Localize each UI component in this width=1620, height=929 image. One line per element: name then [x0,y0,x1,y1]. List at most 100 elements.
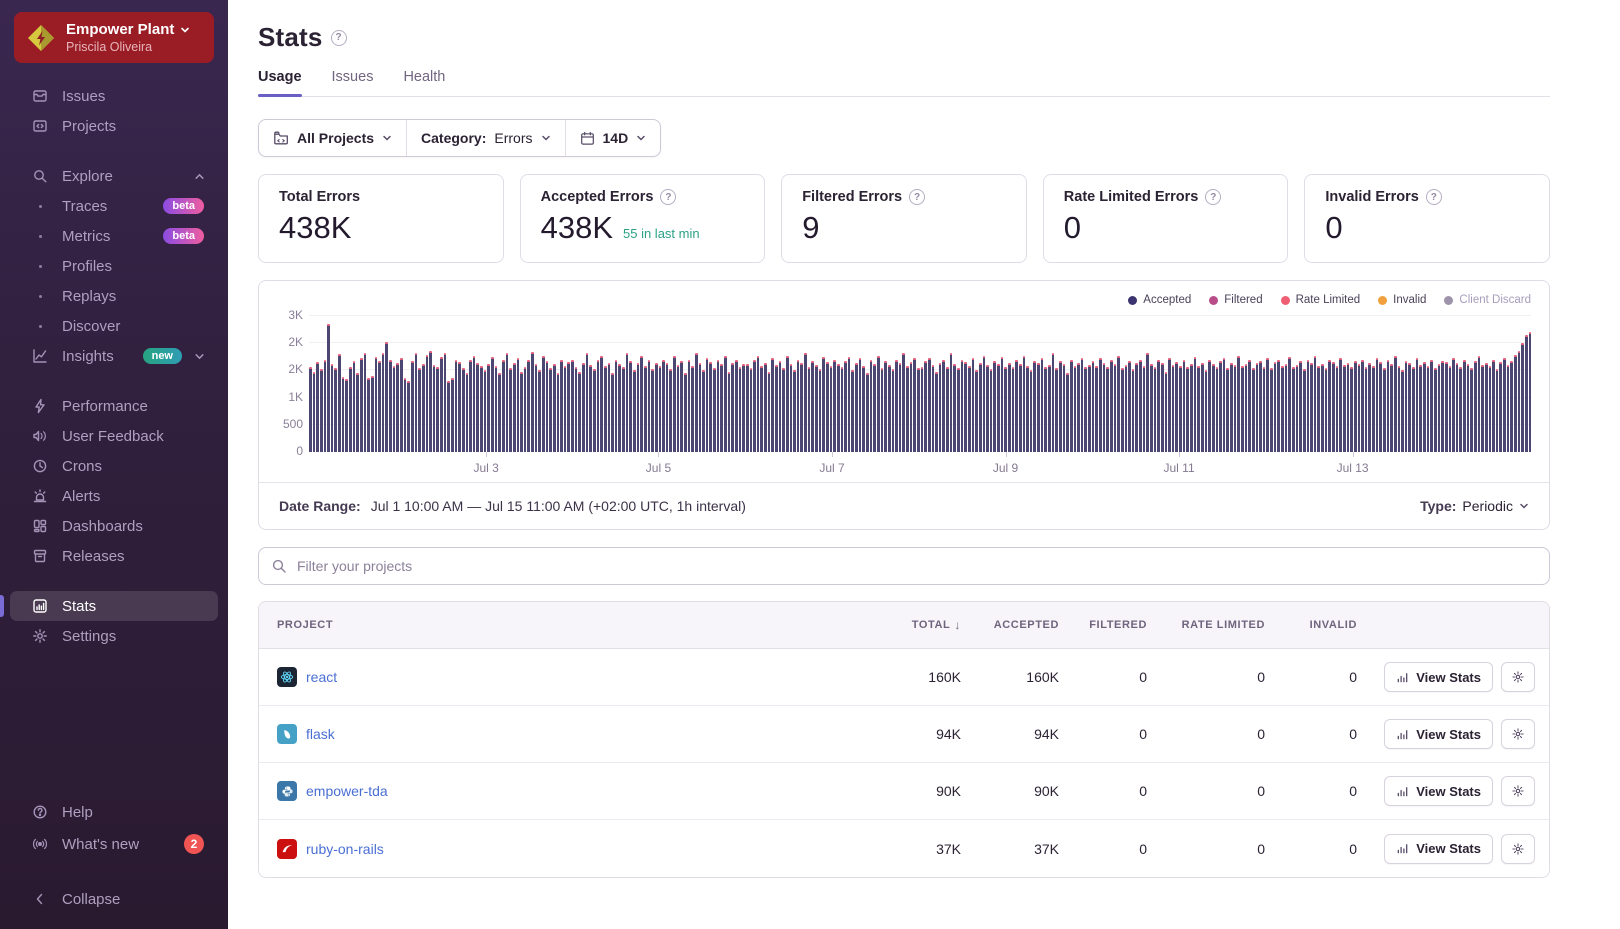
chart-bar[interactable] [491,357,494,452]
chart-bar[interactable] [768,372,771,453]
chart-bar[interactable] [800,363,803,452]
sidebar-item-help[interactable]: Help [10,796,218,828]
chart-bar[interactable] [1525,335,1528,452]
chart-bar[interactable] [1303,369,1306,452]
chart-bar[interactable] [648,360,651,452]
chart-bar[interactable] [841,367,844,452]
chart-bar[interactable] [822,357,825,452]
chart-bar[interactable] [400,358,403,452]
chart-bar[interactable] [538,370,541,452]
chart-bar[interactable] [1030,370,1033,452]
chart-bar[interactable] [367,378,370,452]
chart-bar[interactable] [469,360,472,452]
chart-bar[interactable] [1449,366,1452,452]
project-settings-button[interactable] [1501,719,1535,749]
chart-bar[interactable] [1394,356,1397,452]
chart-bar[interactable] [1230,363,1233,452]
chart-bar[interactable] [1026,366,1029,452]
chart-bar[interactable] [957,368,960,452]
chart-bar[interactable] [320,369,323,452]
chart-bar[interactable] [1521,343,1524,452]
chart-bar[interactable] [1175,362,1178,452]
chart-bar[interactable] [910,362,913,452]
chart-bar[interactable] [364,353,367,452]
chart-bar[interactable] [396,363,399,452]
sidebar-item-dashboards[interactable]: Dashboards [10,511,218,541]
chart-bar[interactable] [1252,368,1255,452]
chart-bar[interactable] [458,362,461,452]
chart-bar[interactable] [855,363,858,452]
chart-bar[interactable] [1325,368,1328,452]
chart-bar[interactable] [575,367,578,452]
chart-bar[interactable] [1492,360,1495,452]
chart-bar[interactable] [535,364,538,452]
chart-bar[interactable] [1361,360,1364,452]
chart-bar[interactable] [1383,368,1386,452]
chart-bar[interactable] [782,368,785,452]
chart-bar[interactable] [1296,365,1299,452]
chart-bar[interactable] [1237,356,1240,452]
chart-bar[interactable] [520,372,523,453]
chart-bar[interactable] [447,381,450,452]
chart-bar[interactable] [389,360,392,452]
chart-bar[interactable] [404,378,407,452]
chart-bar[interactable] [1095,366,1098,452]
chart-bar[interactable] [1154,367,1157,452]
chart-bar[interactable] [1281,366,1284,452]
chart-bar[interactable] [1401,370,1404,452]
chart-bar[interactable] [1387,360,1390,452]
chart-bar[interactable] [611,373,614,452]
chart-bar[interactable] [1438,364,1441,452]
chart-bar[interactable] [506,353,509,452]
chart-bar[interactable] [466,373,469,452]
chart-bar[interactable] [1274,362,1277,452]
chart-bar[interactable] [527,360,530,452]
chart-bar[interactable] [709,362,712,452]
chart-bar[interactable] [953,364,956,452]
help-icon[interactable]: ? [660,189,676,205]
chart-bar[interactable] [1256,363,1259,452]
chart-bar[interactable] [717,360,720,452]
chart-bar[interactable] [1055,368,1058,452]
chart-bar[interactable] [309,367,312,452]
chart-bar[interactable] [622,367,625,452]
chart-bar[interactable] [444,353,447,452]
chart-bar[interactable] [1074,366,1077,452]
chart-bar[interactable] [1430,360,1433,452]
chart-bar[interactable] [902,353,905,452]
chart-bar[interactable] [990,369,993,452]
chart-bar[interactable] [349,367,352,452]
chart-bar[interactable] [797,360,800,452]
chart-bar[interactable] [418,368,421,452]
chart-bar[interactable] [455,360,458,452]
sidebar-item-collapse[interactable]: Collapse [10,883,218,915]
chart-bar[interactable] [426,355,429,452]
chart-bar[interactable] [382,353,385,452]
chart-bar[interactable] [415,353,418,452]
chart-bar[interactable] [1088,365,1091,452]
chart-bar[interactable] [1299,361,1302,452]
sidebar-item-user-feedback[interactable]: User Feedback [10,421,218,451]
chart-bar[interactable] [313,372,316,453]
chart-bar[interactable] [1467,364,1470,452]
legend-item-invalid[interactable]: Invalid [1378,294,1426,306]
chart-bar[interactable] [1099,358,1102,452]
chart-bar[interactable] [819,369,822,452]
sidebar-item-releases[interactable]: Releases [10,541,218,571]
chart-bar[interactable] [1270,368,1273,452]
chart-bar[interactable] [353,361,356,452]
chart-bar[interactable] [626,353,629,452]
chart-bar[interactable] [1321,364,1324,452]
chart-bar[interactable] [1478,356,1481,452]
chart-bar[interactable] [728,372,731,453]
project-filter-dropdown[interactable]: All Projects [259,120,406,156]
chart-bar[interactable] [549,368,552,452]
chart-bar[interactable] [935,372,938,453]
chart-bar[interactable] [1499,362,1502,452]
project-settings-button[interactable] [1501,834,1535,864]
chart-bar[interactable] [316,362,319,452]
chart-bar[interactable] [1266,358,1269,452]
chart-bar[interactable] [1004,367,1007,452]
tab-health[interactable]: Health [403,69,445,96]
chart-bar[interactable] [1368,363,1371,452]
